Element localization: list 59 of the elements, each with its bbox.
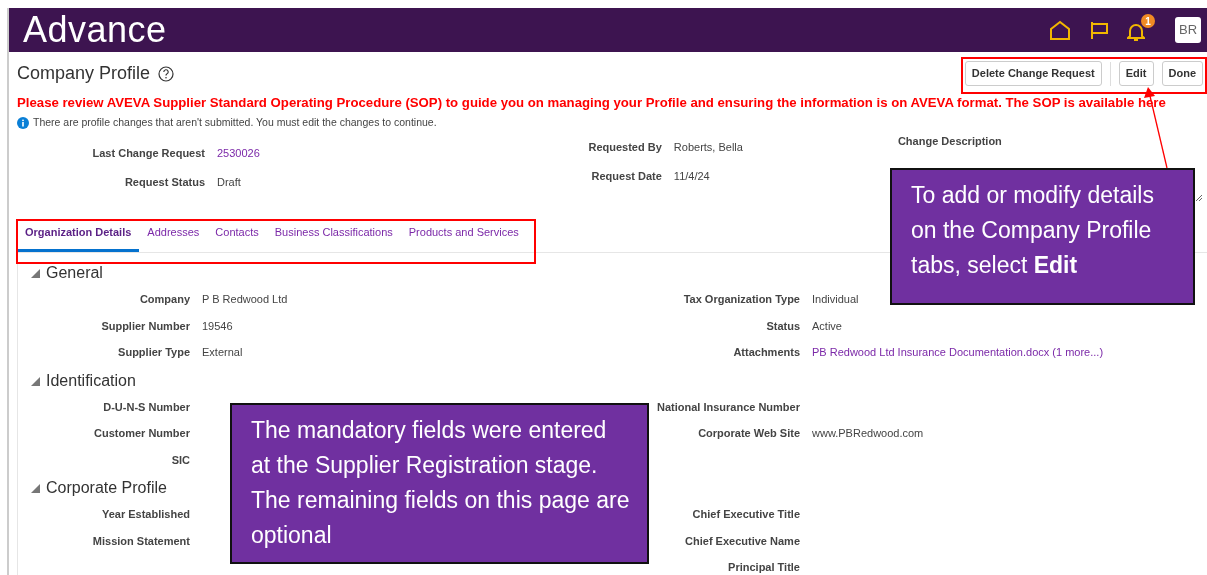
field-link[interactable]: PB Redwood Ltd Insurance Documentation.docx (1 more...) [812, 344, 1104, 361]
info-icon [17, 116, 29, 129]
field-label: Supplier Type [117, 345, 190, 361]
collapse-triangle-icon[interactable] [30, 375, 40, 386]
callout-note: To add or modify details on the Company Profile tabs, select Edit [890, 168, 1195, 305]
field-label: Customer Number [93, 426, 190, 442]
tab[interactable]: Contacts [207, 215, 267, 253]
field-label: Supplier Number [100, 318, 190, 334]
field-label: Chief Executive Title [691, 507, 800, 523]
field-label: Company [138, 292, 190, 308]
app-logo: Advance [23, 12, 167, 48]
tab[interactable]: Organization Details [17, 215, 140, 253]
done-button[interactable]: Done [1161, 60, 1203, 87]
field-label: Status [765, 318, 800, 334]
user-avatar[interactable]: BR [1175, 17, 1201, 43]
help-icon[interactable] [158, 65, 175, 82]
field-label: Attachments [732, 345, 800, 361]
section-title: Corporate Profile [46, 478, 167, 499]
tab[interactable]: Products and Services [400, 215, 527, 253]
section-title: General [46, 263, 103, 284]
field-value: Individual [812, 292, 859, 308]
delete-button[interactable]: Delete Change Request [964, 60, 1102, 87]
field-label: National Insurance Number [655, 399, 800, 415]
field-label: Chief Executive Name [684, 533, 800, 549]
field-value: 19546 [202, 318, 233, 334]
notification-bell-icon[interactable] [1127, 21, 1145, 42]
field-label: Mission Statement [91, 533, 190, 549]
field-label: Last Change Request [91, 145, 205, 161]
field-value: External [202, 345, 243, 361]
field-label: Corporate Web Site [697, 426, 800, 442]
field-label: SIC [170, 452, 190, 468]
flag-icon[interactable] [1089, 20, 1109, 40]
field-value: www.PBRedwood.com [812, 426, 924, 442]
field-label: Principal Title [727, 560, 800, 575]
page-title: Company Profile [17, 62, 151, 85]
tab[interactable]: Business Classifications [266, 215, 401, 253]
tab[interactable]: Addresses [139, 215, 208, 253]
notification-badge: 1 [1141, 14, 1155, 28]
field-value: Active [812, 318, 842, 334]
field-value: 11/4/24 [673, 169, 710, 185]
collapse-triangle-icon[interactable] [30, 483, 40, 494]
callout-note: The mandatory fields were entered at the Supplier Registration stage. The remaining fields on this page are optional [230, 403, 649, 564]
field-value: Draft [217, 175, 241, 191]
field-label: Request Date [590, 169, 662, 185]
collapse-triangle-icon[interactable] [30, 268, 40, 279]
field-label: Change Description [897, 133, 1002, 149]
resize-handle-icon[interactable] [1195, 194, 1203, 202]
field-link[interactable]: 2530026 [217, 144, 260, 162]
field-label: Year Established [100, 507, 190, 523]
edit-button[interactable]: Edit [1118, 60, 1154, 87]
field-label: Tax Organization Type [682, 292, 800, 308]
home-icon[interactable] [1049, 20, 1071, 40]
info-message: There are profile changes that aren't submitted. You must edit the changes to continue. [33, 114, 437, 130]
section-title: Identification [46, 370, 136, 391]
field-value: P B Redwood Ltd [202, 292, 288, 308]
field-label: Requested By [587, 139, 662, 155]
field-label: Request Status [123, 175, 205, 191]
field-value: Roberts, Bella [673, 139, 743, 155]
field-label: D-U-N-S Number [102, 399, 190, 415]
